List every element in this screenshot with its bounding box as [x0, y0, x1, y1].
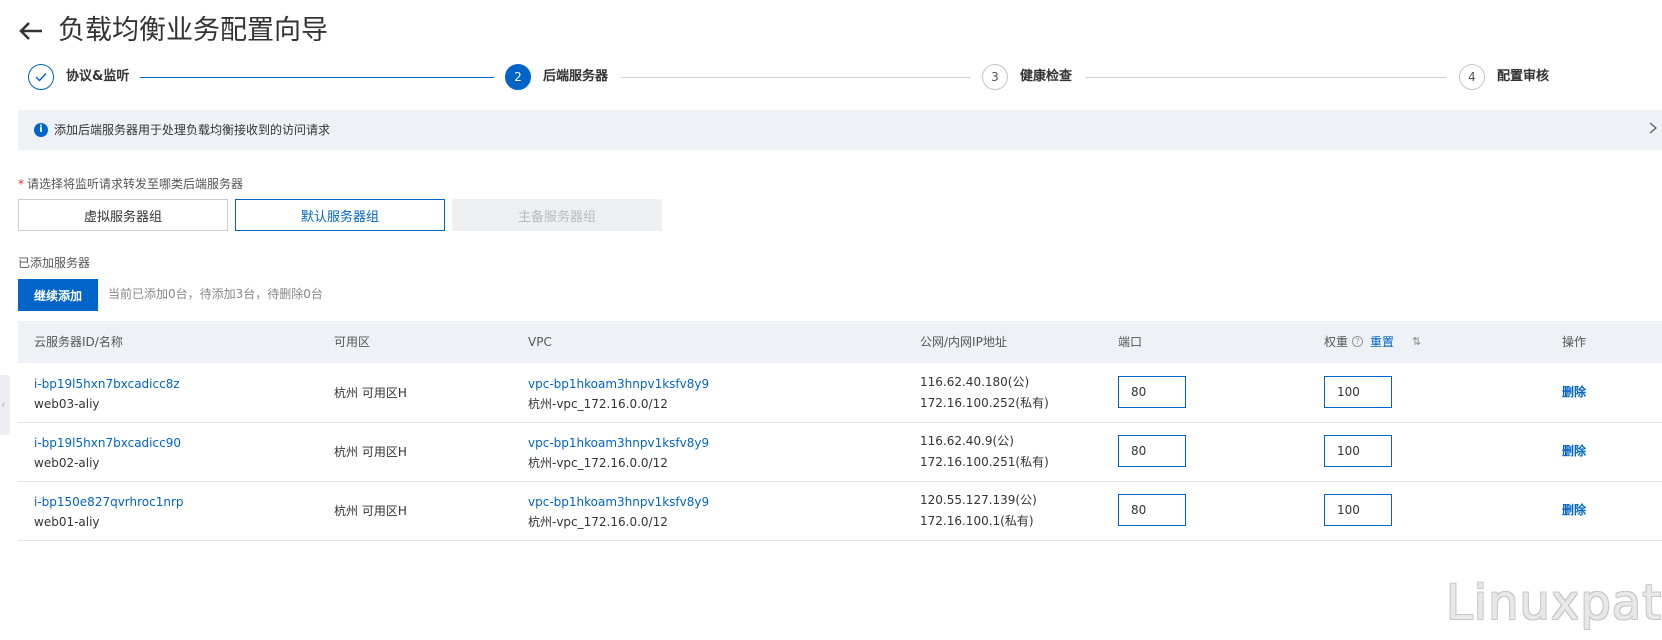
- step-4-label: 配置审核: [1497, 69, 1550, 84]
- server-id-link[interactable]: i-bp150e827qvrhroc1nrp: [34, 494, 184, 510]
- step-4-circle: 4: [1459, 64, 1485, 90]
- col-weight: 权重: [1324, 335, 1349, 349]
- col-port: 端口: [1118, 335, 1143, 349]
- public-ip: 116.62.40.9(公): [920, 434, 1014, 448]
- step-2-circle: 2: [505, 64, 531, 90]
- step-2-label: 后端服务器: [543, 69, 609, 84]
- delete-button[interactable]: 删除: [1562, 502, 1586, 518]
- back-arrow-icon[interactable]: [18, 18, 44, 44]
- close-icon[interactable]: [1648, 120, 1662, 140]
- watermark: Linuxpath: [1446, 575, 1662, 631]
- table-row: i-bp19l5hxn7bxcadicc90 web02-aliy 杭州 可用区…: [18, 422, 1662, 482]
- delete-button[interactable]: 删除: [1562, 384, 1586, 400]
- private-ip: 172.16.100.252(私有): [920, 396, 1049, 410]
- vpc-name: 杭州-vpc_172.16.0.0/12: [528, 397, 668, 411]
- step-2-connector: [620, 77, 971, 78]
- zone-text: 杭州 可用区H: [334, 445, 407, 459]
- port-input[interactable]: [1118, 435, 1186, 467]
- vpc-id-link[interactable]: vpc-bp1hkoam3hnpv1ksfv8y9: [528, 494, 709, 510]
- vpc-name: 杭州-vpc_172.16.0.0/12: [528, 515, 668, 529]
- col-server: 云服务器ID/名称: [34, 335, 123, 349]
- zone-text: 杭州 可用区H: [334, 386, 407, 400]
- info-text: 添加后端服务器用于处理负载均衡接收到的访问请求: [54, 123, 331, 137]
- vpc-name: 杭州-vpc_172.16.0.0/12: [528, 456, 668, 470]
- step-3-connector: [1085, 77, 1447, 78]
- help-icon[interactable]: ?: [1352, 336, 1363, 347]
- public-ip: 116.62.40.180(公): [920, 375, 1030, 389]
- col-ip: 公网/内网IP地址: [920, 335, 1007, 349]
- sort-icon[interactable]: ⇅: [1412, 334, 1421, 350]
- default-server-group-button[interactable]: 默认服务器组: [235, 199, 445, 231]
- private-ip: 172.16.100.251(私有): [920, 455, 1049, 469]
- virtual-server-group-button[interactable]: 虚拟服务器组: [18, 199, 228, 231]
- col-zone: 可用区: [334, 335, 371, 349]
- col-actions: 操作: [1562, 335, 1587, 349]
- private-ip: 172.16.100.1(私有): [920, 514, 1034, 528]
- primary-backup-group-button: 主备服务器组: [452, 199, 662, 231]
- port-input[interactable]: [1118, 376, 1186, 408]
- weight-input[interactable]: [1324, 494, 1392, 526]
- step-3-label: 健康检查: [1020, 69, 1073, 84]
- info-icon: i: [34, 123, 48, 137]
- zone-text: 杭州 可用区H: [334, 504, 407, 518]
- step-1-connector: [140, 77, 494, 78]
- table-row: i-bp19l5hxn7bxcadicc8z web03-aliy 杭州 可用区…: [18, 363, 1662, 423]
- vpc-id-link[interactable]: vpc-bp1hkoam3hnpv1ksfv8y9: [528, 435, 709, 451]
- continue-add-button[interactable]: 继续添加: [18, 279, 98, 311]
- col-vpc: VPC: [528, 335, 552, 349]
- server-name: web01-aliy: [34, 515, 100, 529]
- weight-reset-link[interactable]: 重置: [1370, 334, 1394, 350]
- delete-button[interactable]: 删除: [1562, 443, 1586, 459]
- step-3-circle: 3: [982, 64, 1008, 90]
- server-id-link[interactable]: i-bp19l5hxn7bxcadicc90: [34, 435, 181, 451]
- server-id-link[interactable]: i-bp19l5hxn7bxcadicc8z: [34, 376, 180, 392]
- weight-input[interactable]: [1324, 376, 1392, 408]
- server-type-label: 请选择将监听请求转发至哪类后端服务器: [27, 177, 244, 191]
- side-collapse-handle[interactable]: ‹: [0, 375, 10, 435]
- table-header: 云服务器ID/名称 可用区 VPC 公网/内网IP地址 端口 权重 ? 重置 ⇅…: [18, 321, 1662, 363]
- page-title: 负载均衡业务配置向导: [58, 15, 328, 46]
- step-1-label: 协议&监听: [66, 69, 130, 84]
- port-input[interactable]: [1118, 494, 1186, 526]
- vpc-id-link[interactable]: vpc-bp1hkoam3hnpv1ksfv8y9: [528, 376, 709, 392]
- server-name: web03-aliy: [34, 397, 100, 411]
- required-mark: *: [18, 177, 24, 191]
- step-1-check-icon: [28, 64, 54, 90]
- chevron-left-icon: ‹: [1, 398, 6, 411]
- info-bar: i 添加后端服务器用于处理负载均衡接收到的访问请求: [18, 110, 1662, 150]
- weight-input[interactable]: [1324, 435, 1392, 467]
- table-row: i-bp150e827qvrhroc1nrp web01-aliy 杭州 可用区…: [18, 481, 1662, 541]
- added-summary-text: 当前已添加0台，待添加3台，待删除0台: [108, 287, 323, 301]
- public-ip: 120.55.127.139(公): [920, 493, 1037, 507]
- added-servers-label: 已添加服务器: [18, 256, 91, 270]
- server-name: web02-aliy: [34, 456, 100, 470]
